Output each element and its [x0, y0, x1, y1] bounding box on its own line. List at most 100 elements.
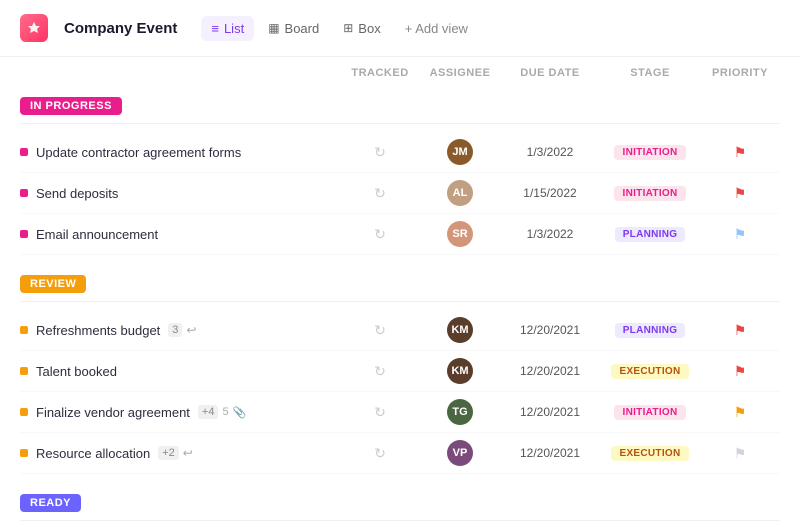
task-label: Email announcement: [36, 227, 158, 242]
task-dot: [20, 326, 28, 334]
task-name: Refreshments budget 3 ↩: [20, 323, 340, 338]
table-row[interactable]: Send deposits ↻ AL 1/15/2022 INITIATION …: [20, 173, 780, 214]
tracked-cell: ↻: [340, 404, 420, 421]
avatar: SR: [447, 221, 473, 247]
task-label: Update contractor agreement forms: [36, 145, 241, 160]
task-label: Refreshments budget: [36, 323, 160, 338]
section-inprogress-header: IN PROGRESS: [20, 97, 780, 115]
col-tracked: TRACKED: [340, 67, 420, 79]
avatar: VP: [447, 440, 473, 466]
table-row[interactable]: Talent booked ↻ KM 12/20/2021 EXECUTION …: [20, 351, 780, 392]
task-dot: [20, 367, 28, 375]
task-dot: [20, 189, 28, 197]
col-priority: PRIORITY: [700, 67, 780, 79]
avatar: AL: [447, 180, 473, 206]
table-row[interactable]: Refreshments budget 3 ↩ ↻ KM 12/20/2021 …: [20, 310, 780, 351]
stage-badge: PLANNING: [615, 323, 686, 338]
stage-cell: INITIATION: [600, 145, 700, 160]
section-ready-header: READY: [20, 494, 780, 512]
assignee-cell: KM: [420, 358, 500, 384]
track-icon: ↻: [374, 363, 386, 380]
stage-badge: EXECUTION: [611, 364, 688, 379]
divider: [20, 123, 780, 124]
task-name: Talent booked: [20, 364, 340, 379]
task-dot: [20, 148, 28, 156]
task-extras: 3 ↩: [168, 323, 196, 337]
section-ready: READY Update website ↻ VP 12/20/2021 PLA…: [20, 494, 780, 531]
table-row[interactable]: Finalize vendor agreement +4 5 📎 ↻ TG 12…: [20, 392, 780, 433]
task-name: Resource allocation +2 ↩: [20, 446, 340, 461]
stage-badge: PLANNING: [615, 227, 686, 242]
header: Company Event ≡ List ▦ Board ⊞ Box + Add…: [0, 0, 800, 57]
tab-board-label: Board: [285, 21, 320, 36]
stage-cell: PLANNING: [600, 227, 700, 242]
task-dot: [20, 449, 28, 457]
priority-cell: ⚑: [700, 226, 780, 243]
assignee-cell: VP: [420, 440, 500, 466]
section-review-header: REVIEW: [20, 275, 780, 293]
section-review: REVIEW Refreshments budget 3 ↩ ↻ KM 12/2…: [20, 275, 780, 474]
task-dot: [20, 230, 28, 238]
task-name: Update contractor agreement forms: [20, 145, 340, 160]
extra-count: +4: [198, 405, 219, 419]
add-view-label: + Add view: [405, 21, 468, 36]
tracked-cell: ↻: [340, 144, 420, 161]
tab-box[interactable]: ⊞ Box: [333, 16, 390, 41]
avatar: TG: [447, 399, 473, 425]
table-row[interactable]: Update contractor agreement forms ↻ JM 1…: [20, 132, 780, 173]
tracked-cell: ↻: [340, 445, 420, 462]
task-extras: +4 5 📎: [198, 405, 246, 419]
priority-cell: ⚑: [700, 363, 780, 380]
due-date-cell: 12/20/2021: [500, 323, 600, 337]
priority-cell: ⚑: [700, 404, 780, 421]
table-row[interactable]: Resource allocation +2 ↩ ↻ VP 12/20/2021…: [20, 433, 780, 474]
tracked-cell: ↻: [340, 363, 420, 380]
priority-cell: ⚑: [700, 322, 780, 339]
tab-box-label: Box: [358, 21, 380, 36]
due-date-cell: 1/3/2022: [500, 227, 600, 241]
list-icon: ≡: [211, 21, 219, 36]
task-label: Finalize vendor agreement: [36, 405, 190, 420]
tab-list[interactable]: ≡ List: [201, 16, 254, 41]
due-date-cell: 12/20/2021: [500, 446, 600, 460]
stage-badge: INITIATION: [614, 145, 685, 160]
track-icon: ↻: [374, 404, 386, 421]
add-view-button[interactable]: + Add view: [395, 16, 478, 41]
col-stage: STAGE: [600, 67, 700, 79]
avatar: KM: [447, 358, 473, 384]
tracked-cell: ↻: [340, 185, 420, 202]
due-date-cell: 1/15/2022: [500, 186, 600, 200]
priority-cell: ⚑: [700, 144, 780, 161]
extra-count: 3: [168, 323, 182, 337]
board-icon: ▦: [268, 21, 279, 35]
due-date-cell: 12/20/2021: [500, 364, 600, 378]
task-name: Email announcement: [20, 227, 340, 242]
divider: [20, 520, 780, 521]
task-label: Resource allocation: [36, 446, 150, 461]
comment-icon: ↩: [186, 323, 196, 337]
col-due-date: DUE DATE: [500, 67, 600, 79]
assignee-cell: KM: [420, 317, 500, 343]
comment-icon: ↩: [183, 446, 193, 460]
priority-cell: ⚑: [700, 185, 780, 202]
stage-badge: INITIATION: [614, 186, 685, 201]
section-inprogress: IN PROGRESS Update contractor agreement …: [20, 97, 780, 255]
stage-cell: EXECUTION: [600, 364, 700, 379]
task-label: Talent booked: [36, 364, 117, 379]
column-headers: TRACKED ASSIGNEE DUE DATE STAGE PRIORITY: [20, 57, 780, 85]
stage-cell: PLANNING: [600, 323, 700, 338]
stage-badge: INITIATION: [614, 405, 685, 420]
tracked-cell: ↻: [340, 322, 420, 339]
track-icon: ↻: [374, 226, 386, 243]
stage-cell: INITIATION: [600, 405, 700, 420]
divider: [20, 301, 780, 302]
table-row[interactable]: Email announcement ↻ SR 1/3/2022 PLANNIN…: [20, 214, 780, 255]
tab-board[interactable]: ▦ Board: [258, 16, 329, 41]
assignee-cell: TG: [420, 399, 500, 425]
task-extras: +2 ↩: [158, 446, 193, 460]
task-dot: [20, 408, 28, 416]
stage-cell: EXECUTION: [600, 446, 700, 461]
stage-cell: INITIATION: [600, 186, 700, 201]
tab-list-label: List: [224, 21, 244, 36]
track-icon: ↻: [374, 445, 386, 462]
